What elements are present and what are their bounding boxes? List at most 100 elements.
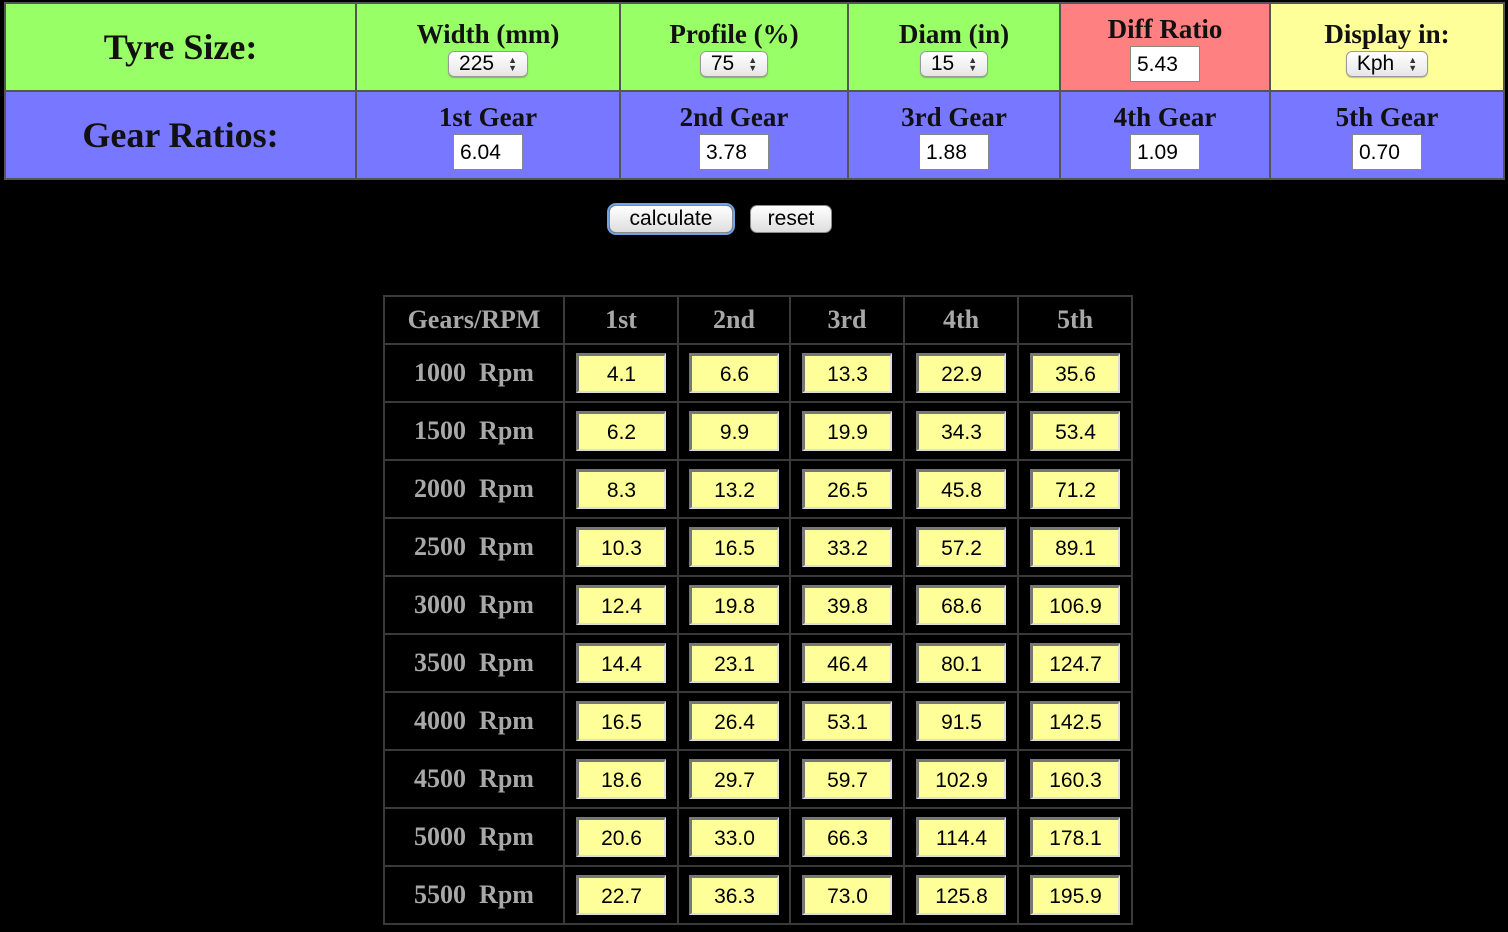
speed-value-field[interactable]: 29.7 (689, 759, 779, 799)
speed-value-field[interactable]: 35.6 (1030, 353, 1120, 393)
speed-cell: 20.6 (563, 807, 679, 867)
speed-cell: 12.4 (563, 575, 679, 635)
speed-value-field[interactable]: 66.3 (802, 817, 892, 857)
speed-value-field[interactable]: 68.6 (916, 585, 1006, 625)
speed-value-field[interactable]: 34.3 (916, 411, 1006, 451)
speed-value-field[interactable]: 57.2 (916, 527, 1006, 567)
speed-value-field[interactable]: 71.2 (1030, 469, 1120, 509)
gear-3-label: 3rd Gear (901, 102, 1007, 132)
speed-cell: 26.5 (789, 459, 905, 519)
speed-value-field[interactable]: 73.0 (802, 875, 892, 915)
rpm-label: 3000 Rpm (414, 590, 534, 619)
rpm-label-cell: 1500 Rpm (383, 401, 565, 461)
speed-table: Gears/RPM 1st 2nd 3rd 4th 5th 1000 Rpm 4.… (383, 295, 1133, 925)
profile-select[interactable]: 75 ▲ ▼ (699, 51, 769, 77)
rpm-unit: Rpm (479, 822, 534, 851)
speed-value-field[interactable]: 16.5 (689, 527, 779, 567)
diff-ratio-input[interactable]: 5.43 (1130, 46, 1200, 82)
speed-value-field[interactable]: 33.0 (689, 817, 779, 857)
speed-value-field[interactable]: 9.9 (689, 411, 779, 451)
speed-value-field[interactable]: 13.2 (689, 469, 779, 509)
speed-value-field[interactable]: 12.4 (576, 585, 666, 625)
calculate-button[interactable]: calculate (609, 205, 733, 233)
speed-value-field[interactable]: 20.6 (576, 817, 666, 857)
gear-speed-calculator: Tyre Size: Width (mm) 225 ▲ ▼ Profile (%)… (0, 0, 1508, 932)
rpm-unit: Rpm (479, 648, 534, 677)
speed-value-field[interactable]: 8.3 (576, 469, 666, 509)
speed-cell: 19.8 (677, 575, 791, 635)
speed-cell: 46.4 (789, 633, 905, 693)
rpm-value: 2000 (414, 474, 467, 503)
speed-value-field[interactable]: 16.5 (576, 701, 666, 741)
table-row: 2000 Rpm 8.3 13.2 26.5 45.8 71.2 (383, 459, 1133, 519)
speed-value-field[interactable]: 22.7 (576, 875, 666, 915)
speed-value-field[interactable]: 80.1 (916, 643, 1006, 683)
speed-value-field[interactable]: 46.4 (802, 643, 892, 683)
speed-cell: 29.7 (677, 749, 791, 809)
speed-value-field[interactable]: 18.6 (576, 759, 666, 799)
gear-1-input[interactable]: 6.04 (453, 134, 523, 170)
speed-value-field[interactable]: 114.4 (916, 817, 1006, 857)
diff-ratio-cell: Diff Ratio 5.43 (1059, 2, 1271, 92)
gear-4-input[interactable]: 1.09 (1130, 134, 1200, 170)
gear-3-input[interactable]: 1.88 (919, 134, 989, 170)
speed-value-field[interactable]: 26.5 (802, 469, 892, 509)
rpm-label-cell: 5500 Rpm (383, 865, 565, 925)
speed-cell: 160.3 (1017, 749, 1133, 809)
width-label: Width (mm) (416, 19, 560, 49)
speed-value-field[interactable]: 33.2 (802, 527, 892, 567)
diam-select[interactable]: 15 ▲ ▼ (919, 51, 989, 77)
speed-value-field[interactable]: 36.3 (689, 875, 779, 915)
table-row: 4000 Rpm 16.5 26.4 53.1 91.5 142.5 (383, 691, 1133, 751)
speed-value-field[interactable]: 53.4 (1030, 411, 1120, 451)
speed-value-field[interactable]: 45.8 (916, 469, 1006, 509)
speed-value-field[interactable]: 102.9 (916, 759, 1006, 799)
speed-value-field[interactable]: 39.8 (802, 585, 892, 625)
speed-value-field[interactable]: 4.1 (576, 353, 666, 393)
width-select[interactable]: 225 ▲ ▼ (448, 51, 528, 77)
speed-value-field[interactable]: 6.6 (689, 353, 779, 393)
speed-cell: 53.1 (789, 691, 905, 751)
rpm-unit: Rpm (479, 880, 534, 909)
speed-value-field[interactable]: 22.9 (916, 353, 1006, 393)
diff-ratio-label: Diff Ratio (1107, 14, 1223, 44)
display-unit-select[interactable]: Kph ▲ ▼ (1345, 51, 1429, 77)
speed-value-field[interactable]: 26.4 (689, 701, 779, 741)
speed-value-field[interactable]: 10.3 (576, 527, 666, 567)
rpm-label-cell: 5000 Rpm (383, 807, 565, 867)
speed-value-field[interactable]: 125.8 (916, 875, 1006, 915)
speed-value-field[interactable]: 19.8 (689, 585, 779, 625)
reset-button[interactable]: reset (750, 205, 832, 233)
speed-value-field[interactable]: 23.1 (689, 643, 779, 683)
profile-label: Profile (%) (669, 19, 799, 49)
speed-value-field[interactable]: 124.7 (1030, 643, 1120, 683)
speed-value-field[interactable]: 106.9 (1030, 585, 1120, 625)
speed-value-field[interactable]: 91.5 (916, 701, 1006, 741)
speed-value-field[interactable]: 89.1 (1030, 527, 1120, 567)
speed-value-field[interactable]: 19.9 (802, 411, 892, 451)
speed-value-field[interactable]: 13.3 (802, 353, 892, 393)
speed-value-field[interactable]: 160.3 (1030, 759, 1120, 799)
header-4th: 4th (903, 295, 1019, 345)
gear-5-input[interactable]: 0.70 (1352, 134, 1422, 170)
speed-value-field[interactable]: 6.2 (576, 411, 666, 451)
speed-value-field[interactable]: 178.1 (1030, 817, 1120, 857)
speed-cell: 6.2 (563, 401, 679, 461)
rpm-label: 1500 Rpm (414, 416, 534, 445)
gear-4-cell: 4th Gear 1.09 (1059, 90, 1271, 180)
speed-cell: 36.3 (677, 865, 791, 925)
rpm-label: 4000 Rpm (414, 706, 534, 735)
rpm-label: 3500 Rpm (414, 648, 534, 677)
speed-value-field[interactable]: 14.4 (576, 643, 666, 683)
speed-cell: 34.3 (903, 401, 1019, 461)
rpm-label-cell: 3500 Rpm (383, 633, 565, 693)
speed-value-field[interactable]: 195.9 (1030, 875, 1120, 915)
speed-value-field[interactable]: 53.1 (802, 701, 892, 741)
table-row: 3000 Rpm 12.4 19.8 39.8 68.6 106.9 (383, 575, 1133, 635)
gear-2-input[interactable]: 3.78 (699, 134, 769, 170)
speed-value-field[interactable]: 142.5 (1030, 701, 1120, 741)
rpm-unit: Rpm (479, 358, 534, 387)
rpm-label-cell: 2000 Rpm (383, 459, 565, 519)
speed-value-field[interactable]: 59.7 (802, 759, 892, 799)
header-1st: 1st (563, 295, 679, 345)
